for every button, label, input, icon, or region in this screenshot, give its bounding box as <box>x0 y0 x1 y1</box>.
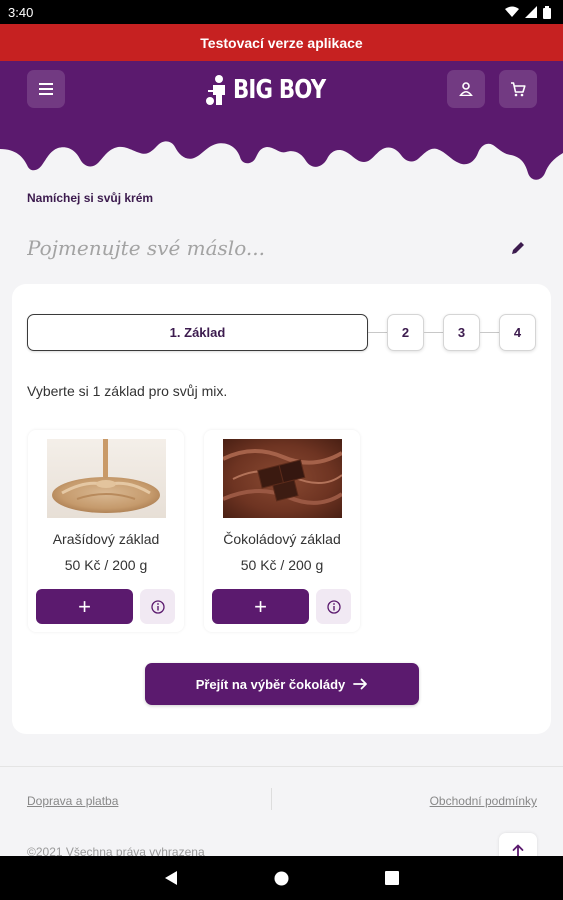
cart-icon <box>511 81 526 96</box>
step-2-tab[interactable]: 2 <box>387 314 424 351</box>
cart-button[interactable] <box>499 70 537 108</box>
step-connector <box>424 332 443 333</box>
account-button[interactable] <box>447 70 485 108</box>
peanut-butter-image <box>47 439 166 518</box>
product-price: 50 Kč / 200 g <box>64 557 148 573</box>
logo[interactable]: BIG BOY <box>205 73 355 107</box>
chocolate-image <box>223 439 342 518</box>
product-card-peanut: Arašídový základ 50 Kč / 200 g + <box>28 430 184 632</box>
info-icon <box>150 599 165 614</box>
battery-icon <box>543 5 551 19</box>
menu-button[interactable] <box>27 70 65 108</box>
system-nav-bar <box>0 856 563 900</box>
add-to-mix-button[interactable]: + <box>36 589 133 624</box>
step-3-tab[interactable]: 3 <box>443 314 480 351</box>
step-connector <box>368 332 387 333</box>
test-version-banner: Testovací verze aplikace <box>0 24 563 61</box>
edit-icon[interactable] <box>509 239 527 257</box>
next-step-label: Přejít na výběr čokolády <box>195 676 346 692</box>
product-card-chocolate: Čokoládový základ 50 Kč / 200 g + <box>204 430 360 632</box>
logo-figure-icon <box>206 75 225 105</box>
page-title: Namíchej si svůj krém <box>27 191 154 205</box>
logo-text: BIG BOY <box>233 75 326 105</box>
back-icon[interactable] <box>164 870 178 886</box>
product-info-button[interactable] <box>140 589 175 624</box>
footer-divider <box>271 788 272 810</box>
product-price: 50 Kč / 200 g <box>240 557 324 573</box>
step-instruction: Vyberte si 1 základ pro svůj mix. <box>27 383 228 399</box>
next-step-button[interactable]: Přejít na výběr čokolády <box>145 663 419 705</box>
recents-icon[interactable] <box>385 871 399 885</box>
step-4-tab[interactable]: 4 <box>499 314 536 351</box>
status-icons <box>505 5 551 19</box>
mix-builder-card: 1. Základ 2 3 4 Vyberte si 1 základ pro … <box>12 284 551 734</box>
wifi-icon <box>505 6 519 17</box>
product-name: Arašídový základ <box>52 531 160 547</box>
info-icon <box>326 599 341 614</box>
product-info-button[interactable] <box>316 589 351 624</box>
status-bar: 3:40 <box>0 0 563 24</box>
header: BIG BOY <box>0 61 563 181</box>
add-to-mix-button[interactable]: + <box>212 589 309 624</box>
butter-name-input[interactable] <box>27 228 507 268</box>
signal-icon <box>525 6 537 18</box>
user-icon <box>459 82 473 96</box>
step-connector <box>480 332 499 333</box>
arrow-right-icon <box>353 678 368 690</box>
status-time: 3:40 <box>8 4 34 20</box>
shipping-payment-link[interactable]: Doprava a platba <box>27 794 118 808</box>
menu-icon <box>39 83 53 95</box>
step-1-tab[interactable]: 1. Základ <box>27 314 368 351</box>
product-name: Čokoládový základ <box>223 531 341 547</box>
footer: Doprava a platba Obchodní podmínky ©2021… <box>0 766 563 871</box>
home-icon[interactable] <box>274 871 289 886</box>
terms-link[interactable]: Obchodní podmínky <box>430 794 537 808</box>
